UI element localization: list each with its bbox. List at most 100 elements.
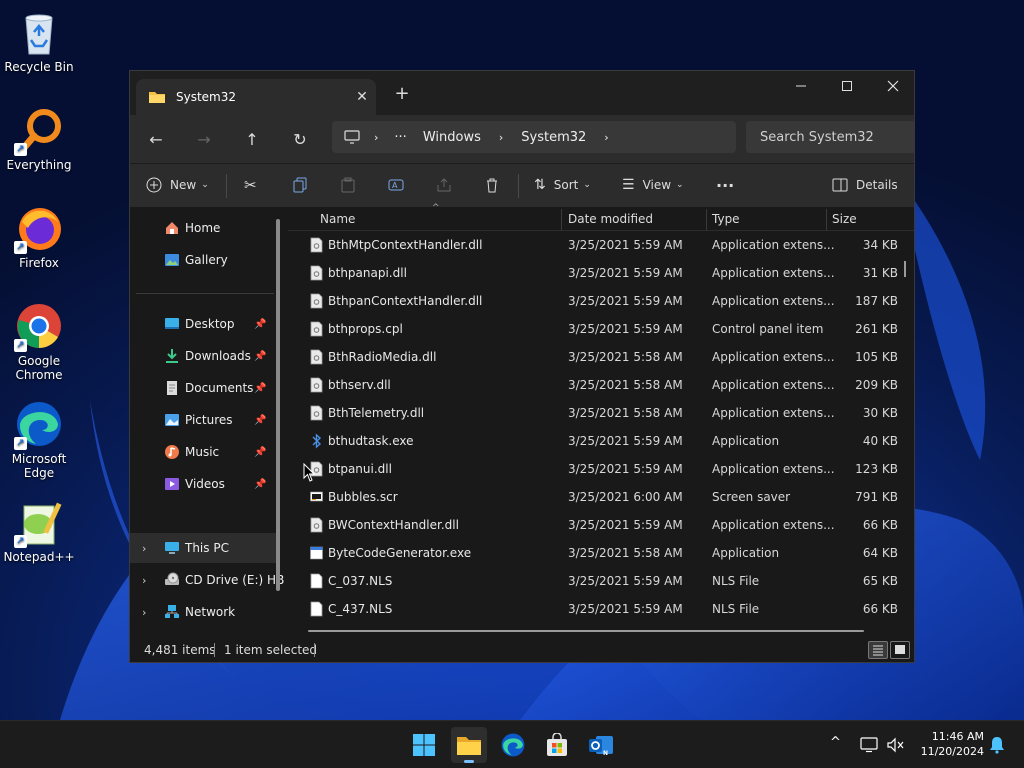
- desktop-icon-google-chrome[interactable]: ↗ Google Chrome: [4, 302, 74, 382]
- tiles-view-button[interactable]: [890, 641, 910, 659]
- table-row[interactable]: btpanui.dll 3/25/2021 5:59 AM Application …: [288, 455, 898, 483]
- taskbar-file-explorer[interactable]: [451, 727, 487, 763]
- desktop-icon-recycle-bin[interactable]: Recycle Bin: [4, 8, 74, 74]
- nav-scrollbar[interactable]: [276, 219, 280, 591]
- desktop-icon-microsoft-edge[interactable]: ↗ Microsoft Edge: [4, 400, 74, 480]
- table-row[interactable]: bthserv.dll 3/25/2021 5:58 AM Application …: [288, 371, 898, 399]
- nav-item-music[interactable]: Music 📌: [130, 437, 280, 467]
- table-row[interactable]: BthTelemetry.dll 3/25/2021 5:58 AM Applica…: [288, 399, 898, 427]
- system-clock[interactable]: 11:46 AM 11/20/2024: [914, 729, 984, 759]
- new-button[interactable]: New ⌄: [146, 170, 209, 200]
- desktop-icon-notepad-plus-plus[interactable]: ↗ Notepad++: [3, 498, 75, 564]
- column-divider[interactable]: [826, 209, 827, 231]
- table-row[interactable]: BthpanContextHandler.dll 3/25/2021 5:59 A…: [288, 287, 898, 315]
- breadcrumb-chevron-icon[interactable]: ›: [604, 131, 608, 144]
- pin-icon[interactable]: 📌: [254, 351, 266, 362]
- expand-chevron-icon[interactable]: ›: [142, 606, 146, 619]
- minimize-button[interactable]: [778, 71, 824, 101]
- table-row[interactable]: C_037.NLS 3/25/2021 5:59 AM NLS File 65 KB: [288, 567, 898, 595]
- paste-button[interactable]: [340, 170, 356, 200]
- column-divider[interactable]: [561, 209, 562, 231]
- column-header-type[interactable]: Type: [712, 212, 740, 226]
- copy-icon: [293, 177, 307, 193]
- file-name: bthserv.dll: [328, 378, 391, 392]
- address-bar[interactable]: › ··· Windows › System32 ›: [332, 121, 736, 153]
- column-header-size[interactable]: Size: [832, 212, 857, 226]
- desktop-icon-everything[interactable]: ↗ Everything: [4, 106, 74, 172]
- clock-time: 11:46 AM: [931, 730, 984, 743]
- column-header-date[interactable]: Date modified: [568, 212, 653, 226]
- breadcrumb-system32[interactable]: System32: [521, 130, 586, 145]
- desktop-icon-label: Firefox: [19, 256, 59, 270]
- table-row[interactable]: BWContextHandler.dll 3/25/2021 5:59 AM App…: [288, 511, 898, 539]
- forward-button[interactable]: →: [188, 123, 220, 155]
- close-tab-icon[interactable]: ✕: [348, 89, 376, 105]
- taskbar-outlook[interactable]: N: [583, 727, 619, 763]
- more-options-button[interactable]: ···: [716, 170, 734, 200]
- expand-chevron-icon[interactable]: ›: [142, 574, 146, 587]
- file-size: 105 KB: [855, 350, 898, 364]
- details-pane-button[interactable]: Details: [832, 170, 898, 200]
- rename-button[interactable]: A: [388, 170, 404, 200]
- view-button[interactable]: ☰ View ⌄: [622, 170, 684, 200]
- rename-icon: A: [388, 179, 404, 191]
- sort-label: Sort: [553, 178, 579, 192]
- delete-button[interactable]: [484, 170, 500, 200]
- close-window-button[interactable]: [870, 71, 914, 101]
- details-view-button[interactable]: [868, 641, 888, 659]
- back-button[interactable]: ←: [140, 123, 172, 155]
- pin-icon[interactable]: 📌: [254, 415, 266, 426]
- pin-icon[interactable]: 📌: [254, 479, 266, 490]
- nav-item-home[interactable]: Home: [130, 213, 280, 243]
- new-label: New: [170, 178, 197, 192]
- new-tab-button[interactable]: +: [390, 83, 414, 104]
- table-row[interactable]: bthpanapi.dll 3/25/2021 5:59 AM Applicatio…: [288, 259, 898, 287]
- vertical-scrollbar[interactable]: [904, 261, 906, 277]
- show-hidden-icons-chevron-icon[interactable]: ^: [830, 735, 841, 750]
- pin-icon[interactable]: 📌: [254, 447, 266, 458]
- table-row[interactable]: ByteCodeGenerator.exe 3/25/2021 5:58 AM Ap…: [288, 539, 898, 567]
- up-button[interactable]: ↑: [236, 123, 268, 155]
- nav-item-label: Gallery: [185, 253, 228, 267]
- share-button[interactable]: [436, 170, 452, 200]
- column-header-name[interactable]: Name: [320, 212, 355, 226]
- nav-item-this-pc[interactable]: › This PC: [130, 533, 280, 563]
- maximize-button[interactable]: [824, 71, 870, 101]
- expand-chevron-icon[interactable]: ›: [142, 542, 146, 555]
- taskbar-microsoft-store[interactable]: [539, 727, 575, 763]
- nav-item-downloads[interactable]: Downloads 📌: [130, 341, 280, 371]
- taskbar-edge[interactable]: [495, 727, 531, 763]
- table-row[interactable]: BthMtpContextHandler.dll 3/25/2021 5:59 A…: [288, 231, 898, 259]
- pin-icon[interactable]: 📌: [254, 319, 266, 330]
- network-display-icon[interactable]: [860, 737, 878, 753]
- nav-item-gallery[interactable]: Gallery: [130, 245, 280, 275]
- search-input[interactable]: Search System32: [746, 121, 914, 153]
- volume-muted-icon[interactable]: [886, 737, 904, 753]
- notification-bell-icon[interactable]: [989, 736, 1005, 754]
- tab-system32[interactable]: System32 ✕: [136, 79, 376, 115]
- nav-item-cd-drive[interactable]: › CD Drive (E:) HB: [130, 565, 284, 595]
- sort-button[interactable]: ⇅ Sort ⌄: [534, 170, 591, 200]
- horizontal-scrollbar[interactable]: [308, 630, 864, 632]
- breadcrumb-overflow-icon[interactable]: ···: [394, 130, 406, 145]
- refresh-button[interactable]: ↻: [284, 123, 316, 155]
- copy-button[interactable]: [292, 170, 308, 200]
- column-divider[interactable]: [706, 209, 707, 231]
- desktop-icon-firefox[interactable]: ↗ Firefox: [4, 204, 74, 270]
- table-row[interactable]: BthRadioMedia.dll 3/25/2021 5:58 AM Applic…: [288, 343, 898, 371]
- nav-item-documents[interactable]: Documents 📌: [130, 373, 280, 403]
- nav-item-videos[interactable]: Videos 📌: [130, 469, 280, 499]
- file-size: 30 KB: [862, 406, 898, 420]
- table-row[interactable]: bthprops.cpl 3/25/2021 5:59 AM Control pan…: [288, 315, 898, 343]
- nav-item-desktop[interactable]: Desktop 📌: [130, 309, 280, 339]
- nav-item-network[interactable]: › Network: [130, 597, 280, 627]
- table-row[interactable]: C_437.NLS 3/25/2021 5:59 AM NLS File 66 KB: [288, 595, 898, 623]
- table-row[interactable]: Bubbles.scr 3/25/2021 6:00 AM Screen saver…: [288, 483, 898, 511]
- start-button[interactable]: [406, 727, 442, 763]
- file-size: 34 KB: [862, 238, 898, 252]
- pin-icon[interactable]: 📌: [254, 383, 266, 394]
- cut-button[interactable]: ✂: [244, 170, 257, 200]
- nav-item-pictures[interactable]: Pictures 📌: [130, 405, 280, 435]
- breadcrumb-windows[interactable]: Windows: [423, 130, 481, 145]
- table-row[interactable]: bthudtask.exe 3/25/2021 5:59 AM Applicatio…: [288, 427, 898, 455]
